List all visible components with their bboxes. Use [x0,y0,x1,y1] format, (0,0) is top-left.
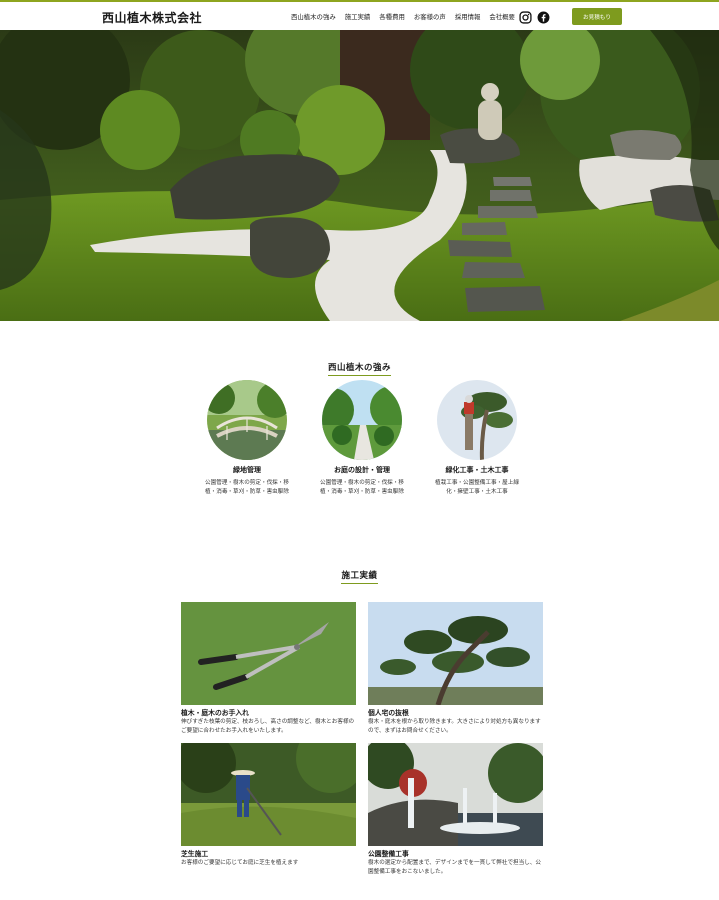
nav-recruit[interactable]: 採用情報 [455,12,481,21]
strength-card-garden-design: お庭の設計・管理 公園管理・樹木の剪定・伐採・移植・消毒・草刈・防草・害虫駆除 [312,380,412,497]
work-title: 芝生施工 [181,850,209,858]
strength-title: 緑地管理 [233,465,261,474]
works-section-title: 施工実績 [0,563,719,584]
nav-company[interactable]: 会社概要 [489,12,515,21]
strength-image-pruning [437,380,517,460]
company-logo[interactable]: 西山植木株式会社 [102,9,202,26]
work-description: 樹木・庭木を根から取り除きます。大きさにより対処方も異なりますので、まずはお問合… [368,719,541,734]
strength-description: 公園管理・樹木の剪定・伐採・移植・消毒・草刈・防草・害虫駆除 [205,480,289,495]
work-title: 公園整備工事 [368,850,409,858]
instagram-icon[interactable] [519,9,532,24]
strengths-title-text: 西山植木の強み [327,361,391,376]
facebook-icon[interactable] [537,9,550,24]
strength-card-green-management: 緑地管理 公園管理・樹木の剪定・伐採・移植・消毒・草刈・防草・害虫駆除 [197,380,297,497]
work-image-gardener [181,743,356,846]
strength-card-civil-works: 緑化工事・土木工事 植栽工事・公園整備工事・屋上緑化・擁壁工事・土木工事 [427,380,527,497]
work-card-tree-care[interactable]: 植木・庭木のお手入れ 伸びすぎた枝葉の剪定、枝おろし、高さの調整など、樹木とお客… [181,602,356,736]
nav-fees[interactable]: 各種費用 [379,12,405,21]
strength-image-garden-path [322,380,402,460]
work-card-park-maintenance[interactable]: 公園整備工事 樹木の選定から配置まで、デザインまでを一貫して弊社で担当し、公園整… [368,743,543,877]
strength-image-bridge [207,380,287,460]
work-description: お客様のご要望に応じてお庭に芝生を植えます [181,860,299,866]
estimate-button[interactable]: お見積もり [572,8,622,25]
work-image-fountain [368,743,543,846]
strength-description: 公園管理・樹木の剪定・伐採・移植・消毒・草刈・防草・害虫駆除 [320,480,404,495]
work-title: 個人宅の抜根 [368,709,409,717]
work-description: 樹木の選定から配置まで、デザインまでを一貫して弊社で担当し、公園整備工事をおこな… [368,860,542,875]
nav-strengths[interactable]: 西山植木の強み [291,12,336,21]
strength-description: 植栽工事・公園整備工事・屋上緑化・擁壁工事・土木工事 [435,480,519,495]
work-image-pine-tree [368,602,543,705]
work-card-stump-removal[interactable]: 個人宅の抜根 樹木・庭木を根から取り除きます。大きさにより対処方も異なりますので… [368,602,543,736]
strength-title: お庭の設計・管理 [334,465,390,474]
nav-works[interactable]: 施工実績 [345,12,371,21]
strength-title: 緑化工事・土木工事 [445,465,509,474]
work-title: 植木・庭木のお手入れ [181,709,249,717]
hero-garden-image [0,30,719,321]
work-image-pruning-shears [181,602,356,705]
work-description: 伸びすぎた枝葉の剪定、枝おろし、高さの調整など、樹木とお客様のご要望に合わせたお… [181,719,355,734]
main-nav: 西山植木の強み 施工実績 各種費用 お客様の声 採用情報 会社概要 [291,12,515,21]
works-title-text: 施工実績 [341,569,378,584]
site-header: 西山植木株式会社 西山植木の強み 施工実績 各種費用 お客様の声 採用情報 会社… [0,2,719,30]
work-card-lawn[interactable]: 芝生施工 お客様のご要望に応じてお庭に芝生を植えます [181,743,356,868]
social-links [519,9,550,24]
nav-voices[interactable]: お客様の声 [414,12,446,21]
strengths-section-title: 西山植木の強み [0,355,719,376]
